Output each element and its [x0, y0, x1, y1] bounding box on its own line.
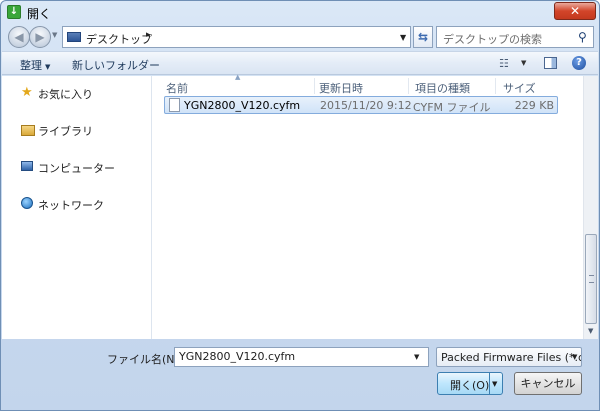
breadcrumb-chevron-icon[interactable]: ▸ — [146, 30, 151, 40]
organize-label: 整理 — [20, 59, 42, 72]
preview-pane-icon[interactable] — [544, 57, 557, 69]
view-options-icon[interactable]: ☷ — [499, 57, 509, 70]
search-input[interactable]: デスクトップの検索 ⚲ — [436, 26, 594, 48]
desktop-folder-icon — [67, 32, 81, 42]
vertical-scrollbar[interactable]: ▼ — [583, 76, 598, 339]
forward-button[interactable]: ▶ — [29, 26, 51, 48]
library-icon — [21, 125, 35, 136]
sort-ascending-icon: ▲ — [235, 73, 241, 81]
split-divider — [489, 373, 490, 394]
column-header-name[interactable]: 名前 — [166, 80, 188, 96]
open-file-dialog: ↓ 開く ✕ ◀ ▶ ▼ デスクトップ ▸ ▼ ⇆ デスクトップの検索 ⚲ 整理… — [0, 0, 600, 411]
help-icon[interactable]: ? — [572, 56, 586, 70]
column-header-type[interactable]: 項目の種類 — [415, 80, 470, 96]
cancel-button[interactable]: キャンセル — [514, 372, 582, 395]
sidebar-item-label: コンピューター — [38, 162, 115, 175]
column-divider[interactable] — [408, 78, 409, 94]
chevron-down-icon: ▼ — [45, 63, 51, 71]
open-label: 開く(O) — [450, 379, 490, 392]
open-options-dropdown-icon[interactable]: ▼ — [492, 380, 497, 388]
address-text[interactable]: デスクトップ — [86, 31, 152, 47]
file-name: YGN2800_V120.cyfm — [184, 99, 301, 112]
file-size: 229 KB — [514, 99, 554, 112]
filename-dropdown-icon[interactable]: ▼ — [414, 353, 419, 361]
network-icon — [21, 197, 33, 209]
column-divider[interactable] — [495, 78, 496, 94]
scroll-thumb[interactable] — [585, 234, 597, 324]
filename-label: ファイル名(N): — [107, 353, 183, 366]
file-list: ▲ 名前 更新日時 項目の種類 サイズ YGN2800_V120.cyfm 20… — [153, 73, 583, 339]
column-header-date[interactable]: 更新日時 — [319, 80, 363, 96]
download-icon: ↓ — [7, 5, 21, 19]
file-type: CYFM ファイル — [413, 101, 491, 114]
sidebar-item-label: ライブラリ — [38, 125, 93, 138]
file-date: 2015/11/20 9:12 — [320, 99, 412, 112]
new-folder-button[interactable]: 新しいフォルダー — [72, 57, 160, 73]
window-title: 開く — [27, 7, 52, 21]
column-divider[interactable] — [314, 78, 315, 94]
filename-input[interactable]: YGN2800_V120.cyfm — [174, 347, 429, 367]
search-icon[interactable]: ⚲ — [578, 30, 587, 44]
view-dropdown-icon[interactable]: ▼ — [521, 59, 526, 67]
column-header-size[interactable]: サイズ — [503, 80, 536, 96]
title-bar: ↓ 開く ✕ — [1, 1, 599, 23]
organize-button[interactable]: 整理 ▼ — [20, 57, 50, 73]
close-button[interactable]: ✕ — [554, 2, 596, 20]
file-icon — [169, 98, 180, 112]
address-dropdown-icon[interactable]: ▼ — [400, 33, 406, 42]
address-bar[interactable]: デスクトップ ▸ ▼ — [62, 26, 411, 48]
navigation-pane: ★ お気に入り ライブラリ コンピューター ネットワーク — [2, 76, 152, 339]
sidebar-item-label: ネットワーク — [38, 199, 104, 212]
back-button[interactable]: ◀ — [8, 26, 30, 48]
scroll-down-icon[interactable]: ▼ — [588, 327, 593, 335]
file-type-dropdown-icon[interactable]: ▼ — [572, 353, 577, 361]
command-toolbar: 整理 ▼ 新しいフォルダー ☷ ▼ ? — [2, 51, 598, 75]
sidebar-item-label: お気に入り — [38, 88, 93, 101]
open-button[interactable]: 開く(O) ▼ — [437, 372, 503, 395]
star-icon: ★ — [21, 85, 33, 100]
file-type-select[interactable]: Packed Firmware Files (*.cy — [436, 347, 582, 367]
main-area: ★ お気に入り ライブラリ コンピューター ネットワーク ▲ 名前 更新日時 項… — [2, 73, 598, 339]
navigation-bar: ◀ ▶ ▼ デスクトップ ▸ ▼ ⇆ デスクトップの検索 ⚲ — [1, 23, 599, 49]
grip-icon — [589, 275, 594, 283]
table-row[interactable]: YGN2800_V120.cyfm 2015/11/20 9:12 CYFM フ… — [164, 96, 558, 114]
computer-icon — [21, 161, 33, 171]
search-placeholder: デスクトップの検索 — [443, 33, 542, 46]
refresh-button[interactable]: ⇆ — [413, 26, 433, 48]
recent-pages-dropdown-icon[interactable]: ▼ — [52, 31, 57, 39]
